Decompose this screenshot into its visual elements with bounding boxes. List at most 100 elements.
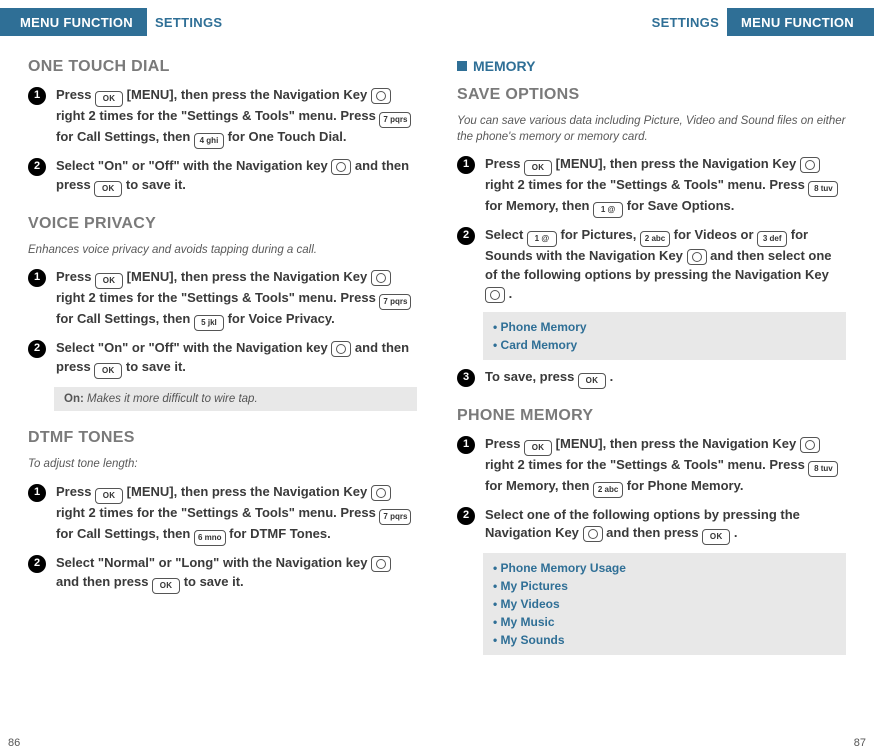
key-4-icon: 4 ghi xyxy=(194,133,224,149)
text: Press xyxy=(56,269,95,284)
nav-key-icon xyxy=(485,287,505,303)
ok-key-icon: OK xyxy=(524,160,552,176)
options-box: Phone Memory Card Memory xyxy=(483,312,846,360)
right-page: SETTINGS MENU FUNCTION MEMORY SAVE OPTIO… xyxy=(437,0,874,755)
heading-one-touch-dial: ONE TOUCH DIAL xyxy=(28,58,417,76)
text: [MENU], then press the Navigation Key xyxy=(552,156,800,171)
text: Press xyxy=(485,436,524,451)
key-6-icon: 6 mno xyxy=(194,530,226,546)
ok-key-icon: OK xyxy=(95,488,123,504)
left-page: MENU FUNCTION SETTINGS ONE TOUCH DIAL 1 … xyxy=(0,0,437,755)
tab-menu-function: MENU FUNCTION xyxy=(727,8,874,36)
options-box: Phone Memory Usage My Pictures My Videos… xyxy=(483,553,846,655)
text: MEMORY xyxy=(473,58,535,74)
ok-key-icon: OK xyxy=(94,181,122,197)
text: for Pictures, xyxy=(557,227,640,242)
step-body: To save, press OK . xyxy=(485,368,846,389)
nav-key-icon xyxy=(371,556,391,572)
text: for Call Settings, then xyxy=(56,129,194,144)
step: 2 Select "Normal" or "Long" with the Nav… xyxy=(28,554,417,594)
step: 2 Select one of the following options by… xyxy=(457,506,846,546)
step-body: Select one of the following options by p… xyxy=(485,506,846,546)
intro-text: You can save various data including Pict… xyxy=(457,114,846,145)
note-box: On: Makes it more difficult to wire tap. xyxy=(54,387,417,411)
text: for Call Settings, then xyxy=(56,526,194,541)
text: for Call Settings, then xyxy=(56,311,194,326)
text: right 2 times for the "Settings & Tools"… xyxy=(56,290,379,305)
nav-key-icon xyxy=(800,157,820,173)
text: right 2 times for the "Settings & Tools"… xyxy=(485,457,808,472)
tab-settings: SETTINGS xyxy=(155,15,222,36)
step-number-icon: 1 xyxy=(28,269,46,287)
step-number-icon: 2 xyxy=(457,507,475,525)
text: right 2 times for the "Settings & Tools"… xyxy=(56,505,379,520)
text: and then press xyxy=(56,574,152,589)
text: [MENU], then press the Navigation Key xyxy=(123,269,371,284)
nav-key-icon xyxy=(371,88,391,104)
square-bullet-icon xyxy=(457,61,467,71)
key-3-icon: 3 def xyxy=(757,231,787,247)
ok-key-icon: OK xyxy=(578,373,606,389)
step: 2 Select "On" or "Off" with the Navigati… xyxy=(28,339,417,379)
nav-key-icon xyxy=(583,526,603,542)
text: [MENU], then press the Navigation Key xyxy=(552,436,800,451)
step-body: Select "On" or "Off" with the Navigation… xyxy=(56,157,417,197)
option-item: My Videos xyxy=(493,595,836,613)
option-item: Card Memory xyxy=(493,336,836,354)
step-number-icon: 3 xyxy=(457,369,475,387)
key-8-icon: 8 tuv xyxy=(808,461,838,477)
step-number-icon: 1 xyxy=(28,484,46,502)
step: 1 Press OK [MENU], then press the Naviga… xyxy=(457,155,846,218)
step-body: Press OK [MENU], then press the Navigati… xyxy=(56,86,417,149)
text: for Memory, then xyxy=(485,478,593,493)
text: [MENU], then press the Navigation Key xyxy=(123,87,371,102)
text: Select "On" or "Off" with the Navigation… xyxy=(56,340,331,355)
option-item: Phone Memory xyxy=(493,318,836,336)
step-number-icon: 1 xyxy=(457,156,475,174)
heading-dtmf-tones: DTMF TONES xyxy=(28,429,417,447)
text: right 2 times for the "Settings & Tools"… xyxy=(485,177,808,192)
option-item: My Pictures xyxy=(493,577,836,595)
intro-text: Enhances voice privacy and avoids tappin… xyxy=(28,243,417,259)
heading-phone-memory: PHONE MEMORY xyxy=(457,407,846,425)
step: 1 Press OK [MENU], then press the Naviga… xyxy=(28,86,417,149)
text: for Save Options. xyxy=(623,198,734,213)
text: Press xyxy=(56,87,95,102)
text: for Voice Privacy. xyxy=(224,311,335,326)
intro-text: To adjust tone length: xyxy=(28,457,417,473)
step-number-icon: 2 xyxy=(28,340,46,358)
text: and then press xyxy=(603,525,703,540)
text: [MENU], then press the Navigation Key xyxy=(123,484,371,499)
ok-key-icon: OK xyxy=(524,440,552,456)
step-body: Press OK [MENU], then press the Navigati… xyxy=(485,435,846,498)
note-text: Makes it more difficult to wire tap. xyxy=(84,393,258,405)
step-number-icon: 2 xyxy=(28,158,46,176)
step-body: Press OK [MENU], then press the Navigati… xyxy=(56,483,417,546)
nav-key-icon xyxy=(331,159,351,175)
text: Select xyxy=(485,227,527,242)
text: To save, press xyxy=(485,369,578,384)
step-body: Select 1 @ for Pictures, 2 abc for Video… xyxy=(485,226,846,304)
step: 2 Select 1 @ for Pictures, 2 abc for Vid… xyxy=(457,226,846,304)
page-number: 87 xyxy=(854,737,866,749)
text: . xyxy=(606,369,613,384)
text: to save it. xyxy=(122,359,186,374)
ok-key-icon: OK xyxy=(152,578,180,594)
text: right 2 times for the "Settings & Tools"… xyxy=(56,108,379,123)
key-1-icon: 1 @ xyxy=(527,231,557,247)
step-body: Select "Normal" or "Long" with the Navig… xyxy=(56,554,417,594)
text: . xyxy=(505,286,512,301)
step: 2 Select "On" or "Off" with the Navigati… xyxy=(28,157,417,197)
text: for Memory, then xyxy=(485,198,593,213)
option-item: My Music xyxy=(493,613,836,631)
nav-key-icon xyxy=(371,485,391,501)
key-5-icon: 5 jkl xyxy=(194,315,224,331)
step: 1 Press OK [MENU], then press the Naviga… xyxy=(28,268,417,331)
text: for DTMF Tones. xyxy=(226,526,331,541)
heading-memory: MEMORY xyxy=(457,58,846,74)
nav-key-icon xyxy=(800,437,820,453)
step-number-icon: 2 xyxy=(457,227,475,245)
text: for One Touch Dial. xyxy=(224,129,347,144)
key-7-icon: 7 pqrs xyxy=(379,509,411,525)
option-item: My Sounds xyxy=(493,631,836,649)
